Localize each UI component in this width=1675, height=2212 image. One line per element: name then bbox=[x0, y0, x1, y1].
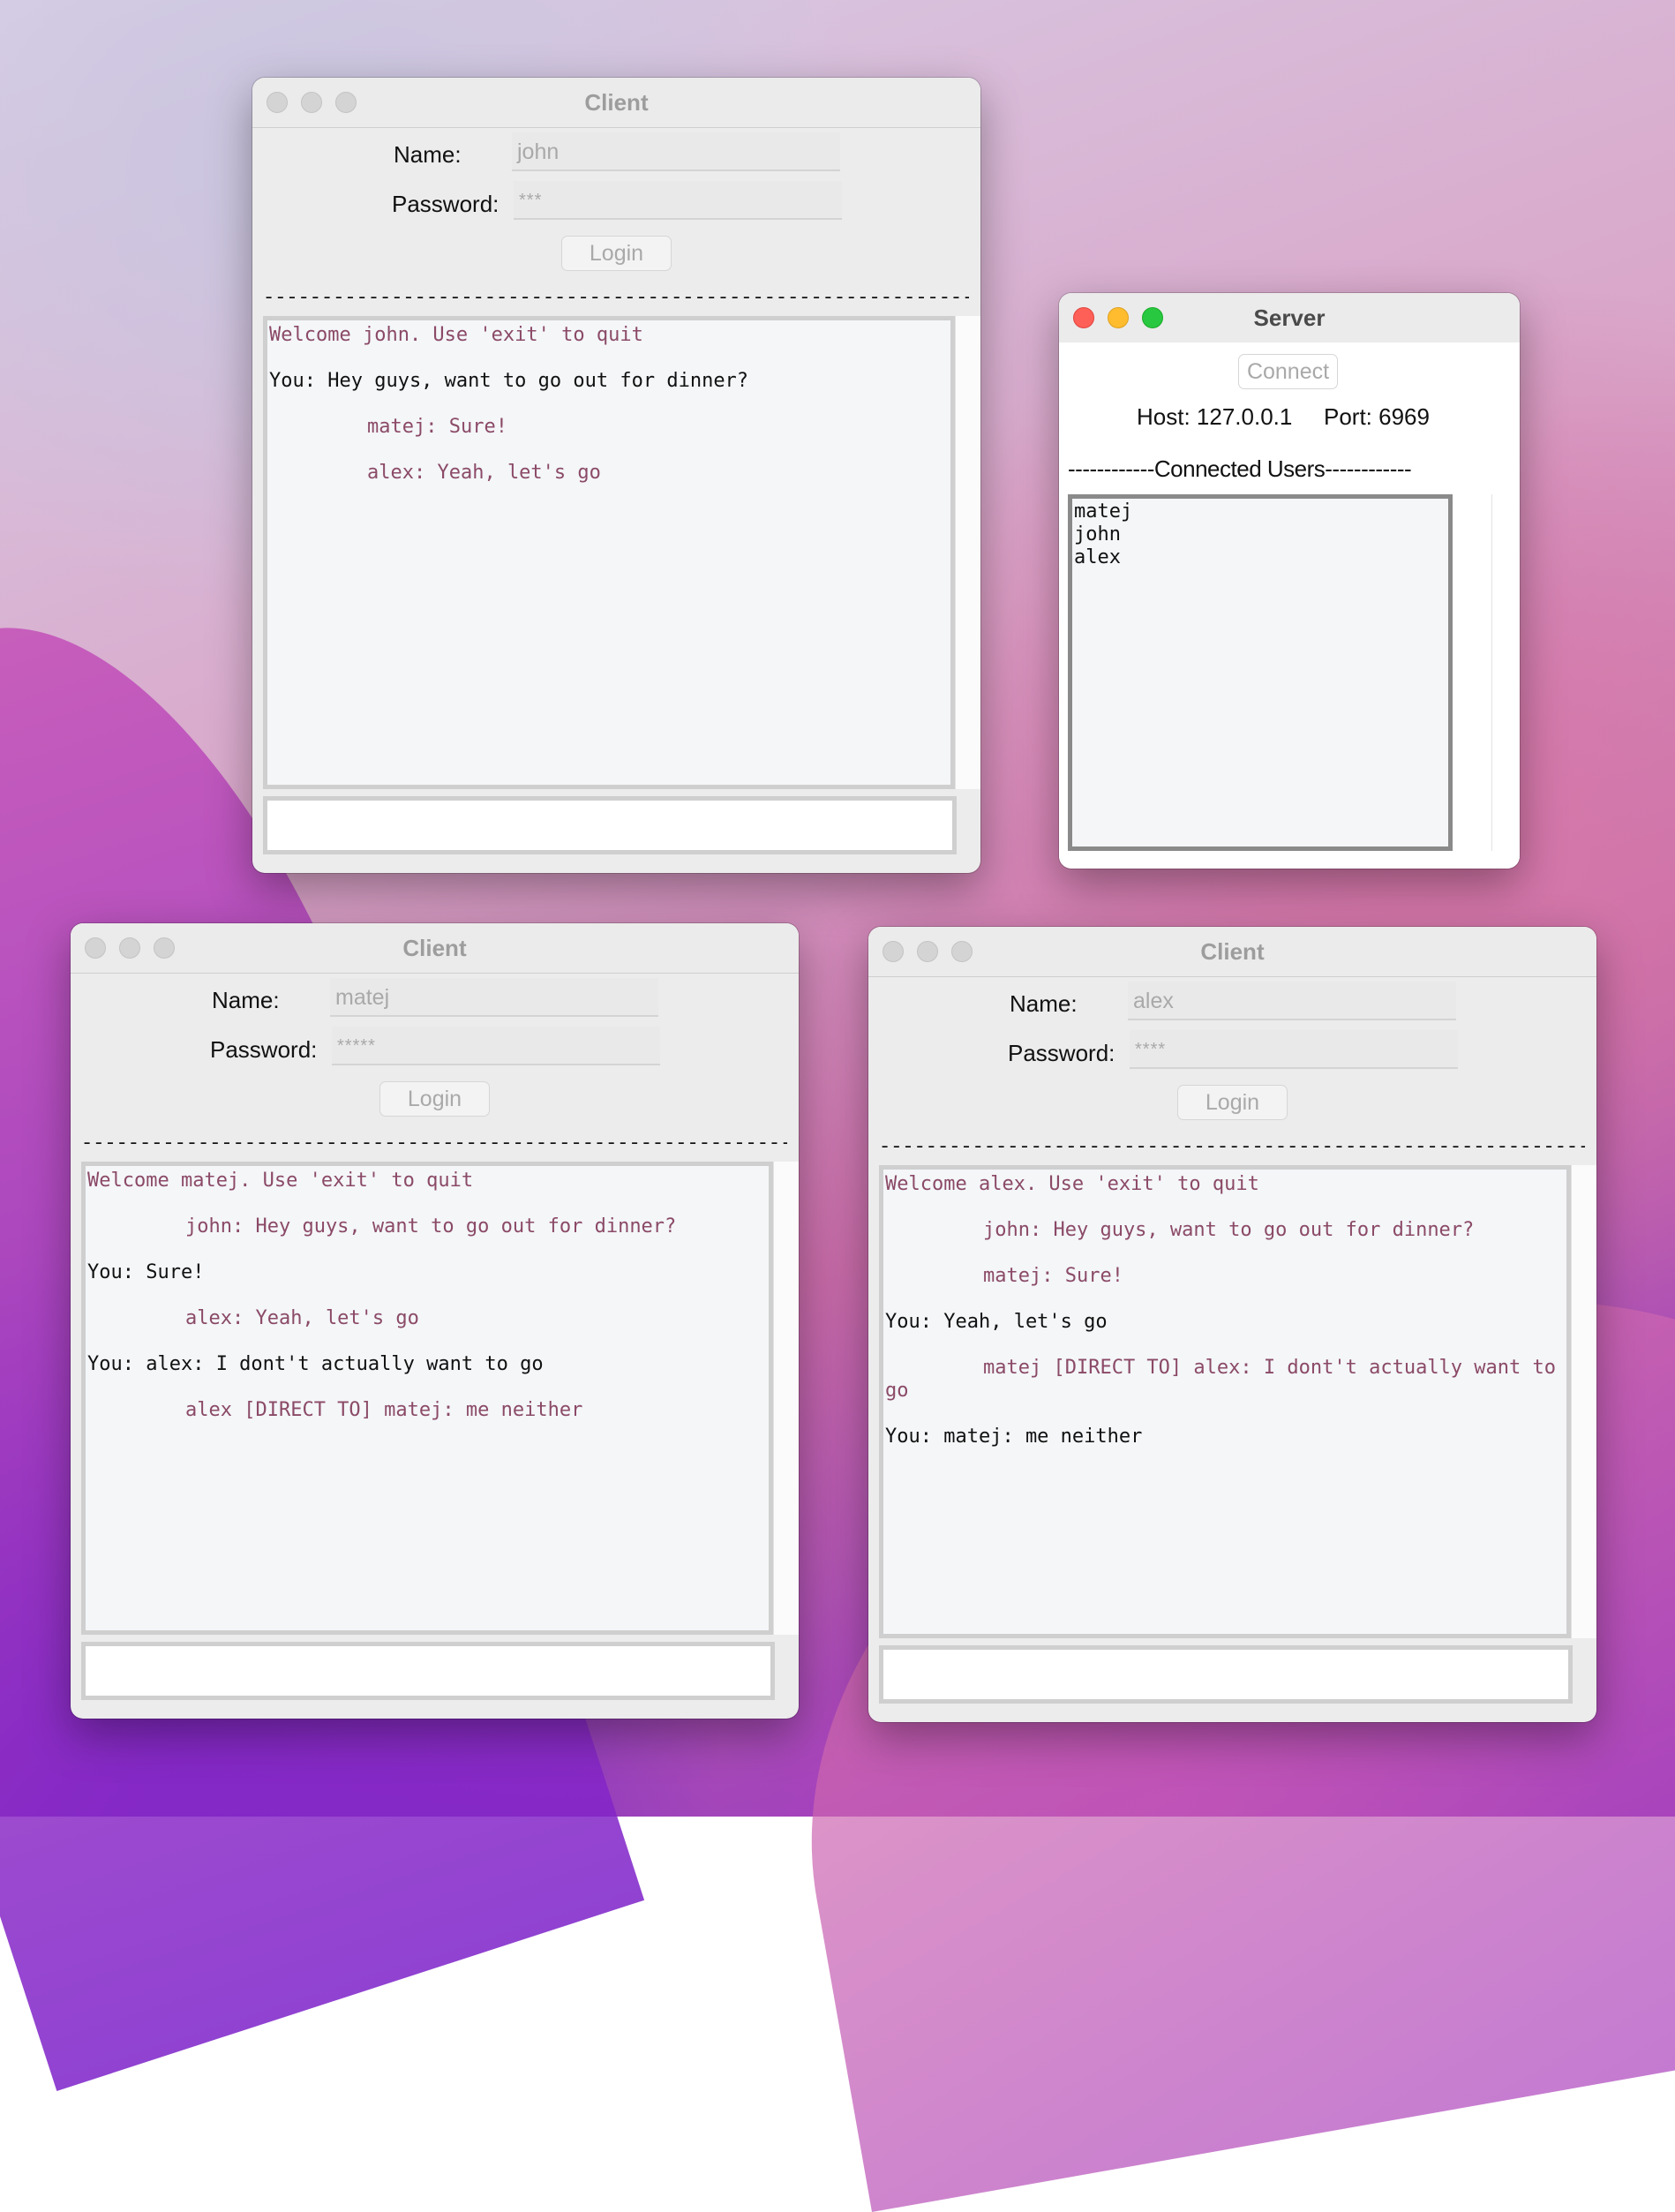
name-label: Name: bbox=[212, 987, 280, 1013]
chat-message: Welcome matej. Use 'exit' to quit bbox=[87, 1170, 474, 1192]
host-label: Host: 127.0.0.1 bbox=[1137, 403, 1293, 430]
chat-message: You: matej: me neither bbox=[885, 1426, 1143, 1448]
name-field[interactable]: alex bbox=[1128, 982, 1456, 1020]
password-field[interactable]: **** bbox=[1130, 1030, 1458, 1069]
password-field[interactable]: *** bbox=[514, 181, 842, 220]
chat-message: matej [DIRECT TO] alex: I dont't actuall… bbox=[885, 1357, 1568, 1402]
window-title: Client bbox=[402, 935, 467, 961]
window-title: Client bbox=[584, 89, 649, 116]
titlebar: Client bbox=[71, 923, 799, 974]
message-input[interactable] bbox=[81, 1642, 775, 1700]
chat-message: You: alex: I dont't actually want to go bbox=[87, 1353, 544, 1375]
chat-message: alex: Yeah, let's go bbox=[367, 462, 601, 484]
password-field[interactable]: ***** bbox=[332, 1027, 660, 1065]
chat-message: You: Sure! bbox=[87, 1261, 205, 1283]
chat-message: alex [DIRECT TO] matej: me neither bbox=[185, 1399, 583, 1421]
name-label: Name: bbox=[1010, 990, 1078, 1017]
connected-user-item[interactable]: john bbox=[1074, 523, 1446, 546]
client-window-alex: Client Name: alex Password: **** Login -… bbox=[868, 927, 1596, 1722]
password-label: Password: bbox=[210, 1036, 318, 1063]
separator-line: ----------------------------------------… bbox=[879, 1136, 1585, 1158]
name-label: Name: bbox=[394, 141, 462, 168]
chat-scrollbar[interactable] bbox=[1571, 1165, 1596, 1638]
chat-message: matej: Sure! bbox=[983, 1265, 1123, 1287]
password-label: Password: bbox=[392, 191, 499, 217]
chat-log[interactable]: Welcome alex. Use 'exit' to quit john: He… bbox=[879, 1165, 1571, 1638]
connected-users-list[interactable]: matej john alex bbox=[1068, 494, 1453, 851]
login-button[interactable]: Login bbox=[561, 236, 672, 271]
window-title: Client bbox=[1200, 938, 1265, 965]
separator-line: ----------------------------------------… bbox=[263, 287, 969, 309]
chat-log[interactable]: Welcome matej. Use 'exit' to quit john: H… bbox=[81, 1162, 773, 1635]
name-field[interactable]: matej bbox=[330, 978, 658, 1017]
server-window: Server Connect Host: 127.0.0.1 Port: 696… bbox=[1059, 293, 1520, 869]
name-field[interactable]: john bbox=[512, 132, 840, 171]
titlebar: Client bbox=[252, 78, 980, 128]
message-input[interactable] bbox=[879, 1645, 1573, 1704]
chat-message: alex: Yeah, let's go bbox=[185, 1307, 419, 1329]
titlebar: Server bbox=[1059, 293, 1520, 343]
chat-message: Welcome john. Use 'exit' to quit bbox=[269, 324, 643, 346]
connect-button[interactable]: Connect bbox=[1238, 354, 1338, 389]
separator-line: ----------------------------------------… bbox=[81, 1132, 787, 1155]
connected-user-item[interactable]: matej bbox=[1074, 500, 1446, 523]
client-window-john: Client Name: john Password: *** Login --… bbox=[252, 78, 980, 873]
chat-message: Welcome alex. Use 'exit' to quit bbox=[885, 1173, 1259, 1195]
chat-scrollbar[interactable] bbox=[773, 1162, 799, 1635]
port-label: Port: 6969 bbox=[1324, 403, 1430, 430]
chat-message: john: Hey guys, want to go out for dinne… bbox=[983, 1219, 1475, 1241]
titlebar: Client bbox=[868, 927, 1596, 977]
chat-message: john: Hey guys, want to go out for dinne… bbox=[185, 1215, 677, 1238]
client-window-matej: Client Name: matej Password: ***** Login… bbox=[71, 923, 799, 1719]
chat-message: You: Hey guys, want to go out for dinner… bbox=[269, 370, 749, 392]
message-input[interactable] bbox=[263, 796, 957, 854]
server-panel: Connect Host: 127.0.0.1 Port: 6969 -----… bbox=[1059, 342, 1520, 869]
chat-message: You: Yeah, let's go bbox=[885, 1311, 1108, 1333]
connected-users-header: ------------Connected Users------------ bbox=[1068, 455, 1412, 482]
login-button[interactable]: Login bbox=[1177, 1085, 1288, 1120]
login-button[interactable]: Login bbox=[379, 1081, 490, 1117]
connected-user-item[interactable]: alex bbox=[1074, 546, 1446, 569]
chat-message: matej: Sure! bbox=[367, 416, 507, 438]
chat-log[interactable]: Welcome john. Use 'exit' to quit You: Hey… bbox=[263, 316, 955, 789]
users-scrollbar[interactable] bbox=[1491, 494, 1510, 851]
window-title: Server bbox=[1253, 305, 1326, 331]
chat-scrollbar[interactable] bbox=[955, 316, 980, 789]
password-label: Password: bbox=[1008, 1040, 1115, 1066]
